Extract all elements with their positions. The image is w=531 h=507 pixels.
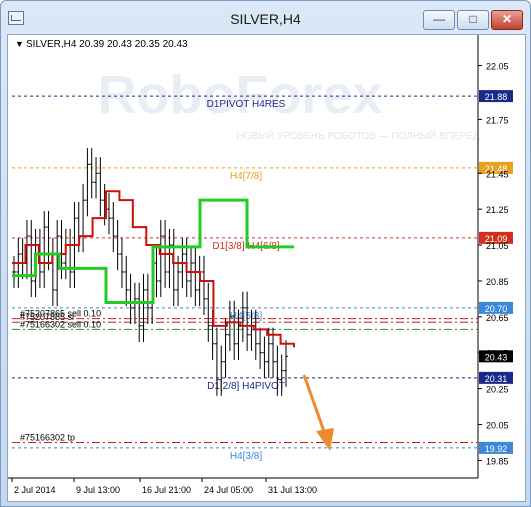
current-price-tag-text: 20.43 bbox=[485, 352, 508, 362]
price-axis: 22.0521.7521.4521.2521.0520.8520.6520.45… bbox=[478, 62, 513, 466]
y-tick-label: 21.45 bbox=[486, 169, 509, 179]
x-tick-label: 2 Jul 2014 bbox=[14, 485, 56, 495]
y-tick-label: 20.05 bbox=[486, 421, 509, 431]
y-tick-label: 20.65 bbox=[486, 313, 509, 323]
level-price-tag-text: 20.31 bbox=[485, 374, 508, 384]
y-tick-label: 21.05 bbox=[486, 241, 509, 251]
watermark-brand: RoboForex bbox=[97, 65, 382, 125]
y-tick-label: 21.25 bbox=[486, 205, 509, 215]
title-bar[interactable]: SILVER,H4 — □ ✕ bbox=[1, 1, 530, 35]
order-label: #75166302 tp bbox=[20, 432, 75, 442]
y-tick-label: 21.75 bbox=[486, 115, 509, 125]
level-label: D1[2/8] H4PIVOT bbox=[207, 381, 285, 392]
candles-layer bbox=[12, 148, 288, 396]
close-button[interactable]: ✕ bbox=[491, 10, 523, 30]
level-price-tag-text: 19.92 bbox=[485, 444, 508, 454]
x-tick-label: 24 Jul 05:00 bbox=[204, 485, 253, 495]
chart-area[interactable]: RoboForex НОВЫЙ УРОВЕНЬ РОБОТОВ — ПОЛНЫЙ… bbox=[7, 34, 526, 502]
y-tick-label: 19.85 bbox=[486, 456, 509, 466]
y-tick-label: 22.05 bbox=[486, 62, 509, 72]
x-tick-label: 31 Jul 13:00 bbox=[268, 485, 317, 495]
time-axis: 2 Jul 2014 9 Jul 13:00 16 Jul 21:00 24 Jul … bbox=[11, 478, 317, 495]
level-price-tag-text: 21.88 bbox=[485, 92, 508, 102]
price-chart[interactable]: RoboForex НОВЫЙ УРОВЕНЬ РОБОТОВ — ПОЛНЫЙ… bbox=[8, 35, 525, 501]
level-label: H4[5/8] bbox=[230, 311, 262, 322]
forecast-arrow-shaft bbox=[302, 374, 328, 438]
chart-info: SILVER,H4 20.39 20.43 20.35 20.43 bbox=[26, 39, 188, 50]
y-tick-label: 20.25 bbox=[486, 385, 509, 395]
level-label: D1PIVOT H4RES bbox=[207, 99, 286, 110]
level-label: H4[3/8] bbox=[230, 451, 262, 462]
levels-layer: D1PIVOT H4RES21.88H4[7/8]21.48D1[3/8] H4… bbox=[12, 90, 513, 462]
maximize-button[interactable]: □ bbox=[457, 10, 489, 30]
x-tick-label: 9 Jul 13:00 bbox=[76, 485, 120, 495]
chart-window: SILVER,H4 — □ ✕ RoboForex НОВЫЙ УРОВЕНЬ … bbox=[0, 0, 531, 507]
level-label: H4[7/8] bbox=[230, 171, 262, 182]
x-tick-label: 16 Jul 21:00 bbox=[142, 485, 191, 495]
watermark-tagline: НОВЫЙ УРОВЕНЬ РОБОТОВ — ПОЛНЫЙ ВПЕРЕД bbox=[236, 129, 479, 142]
minimize-button[interactable]: — bbox=[423, 10, 455, 30]
order-label: #75166302 sell 0.10 bbox=[20, 319, 101, 329]
collapse-icon[interactable]: ▼ bbox=[15, 39, 24, 49]
y-tick-label: 20.85 bbox=[486, 277, 509, 287]
